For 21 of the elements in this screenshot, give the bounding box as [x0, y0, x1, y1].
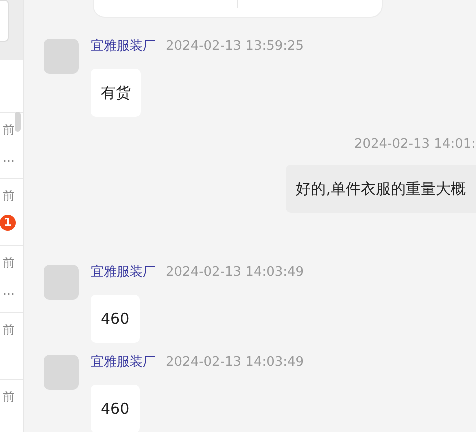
message-bubble: 460: [91, 385, 140, 432]
message-bubble: 好的,单件衣服的重量大概: [286, 165, 476, 213]
sender-name: 宜雅服装厂: [91, 39, 156, 54]
sender-name: 宜雅服装厂: [91, 265, 156, 280]
message-time: 2024-02-13 14:03:49: [166, 355, 304, 370]
avatar: [44, 265, 79, 300]
message-time: 2024-02-13 14:03:49: [166, 265, 304, 280]
conversation-item[interactable]: 前 …: [0, 246, 23, 313]
search-field[interactable]: [0, 0, 9, 42]
avatar: [44, 355, 79, 390]
conversation-item[interactable]: 前: [0, 380, 23, 432]
unread-badge: 1: [0, 215, 16, 231]
scrollbar-thumb[interactable]: [15, 112, 21, 132]
sender-name: 宜雅服装厂: [91, 355, 156, 370]
message-time: 2024-02-13 13:59:25: [166, 39, 304, 54]
conversation-item[interactable]: 前 1: [0, 179, 23, 246]
conversation-item[interactable]: 前: [0, 313, 23, 380]
message-bubble: 有货: [91, 69, 141, 117]
avatar: [44, 39, 79, 74]
message-time: 2024-02-13 14:01:: [354, 137, 476, 152]
message-bubble: 460: [91, 295, 140, 343]
